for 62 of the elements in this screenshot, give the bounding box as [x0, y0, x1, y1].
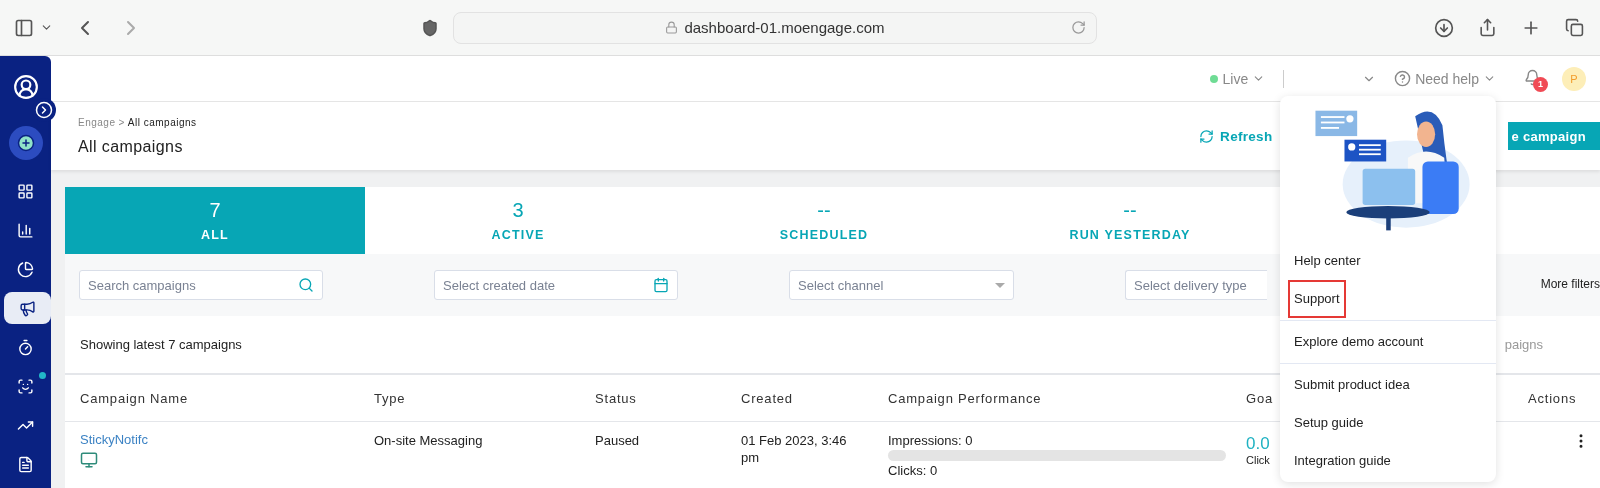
- refresh-icon: [1199, 128, 1215, 144]
- filter-field[interactable]: Search campaigns: [79, 270, 323, 300]
- document-icon: [17, 455, 34, 473]
- column-header: Status: [580, 375, 726, 422]
- table-cell-text: 01 Feb 2023, 3:46 pm: [741, 432, 848, 466]
- page-title: All campaigns: [78, 137, 184, 156]
- menu-item[interactable]: Help center: [1288, 242, 1367, 280]
- table-cell: Paused: [595, 432, 640, 449]
- menu-item[interactable]: Integration guide: [1288, 442, 1397, 480]
- tabs-icon[interactable]: [1565, 18, 1584, 37]
- menu-item[interactable]: Explore demo account: [1288, 323, 1430, 361]
- monitor-icon: [80, 451, 98, 469]
- plus-icon: [16, 134, 35, 152]
- address-bar[interactable]: dashboard-01.moengage.com: [453, 11, 1097, 44]
- megaphone-icon: [19, 299, 36, 317]
- sidebar-toggle-icon[interactable]: [14, 17, 34, 38]
- goal-label: Click: [1246, 454, 1270, 466]
- bar-chart-icon: [17, 221, 34, 239]
- help-menu-button[interactable]: Need help: [1394, 70, 1496, 87]
- stat-tab[interactable]: 7 ALL: [65, 187, 365, 254]
- stopwatch-icon: [17, 338, 34, 356]
- download-icon[interactable]: [1434, 17, 1454, 38]
- impressions-text: Impressions: 0: [888, 432, 973, 449]
- clicks-text: Clicks: 0: [888, 462, 938, 479]
- user-icon[interactable]: [12, 74, 39, 100]
- reload-icon[interactable]: [1071, 19, 1086, 35]
- dashboard-icon: [17, 182, 34, 200]
- column-header: Created: [726, 375, 873, 422]
- share-icon[interactable]: [1478, 18, 1497, 37]
- bell-icon[interactable]: [1524, 68, 1541, 86]
- caret-icon: [995, 282, 1005, 288]
- refresh-link[interactable]: Refresh: [1199, 128, 1273, 144]
- lock-icon: [665, 21, 679, 34]
- breadcrumb-separator: >: [118, 116, 125, 128]
- table-cell: On-site Messaging: [374, 432, 483, 449]
- column-header: Actions: [1513, 375, 1600, 422]
- filter-field[interactable]: Select channel: [789, 270, 1014, 300]
- create-button[interactable]: [8, 126, 43, 160]
- summary-text: Showing latest 7 campaigns: [80, 337, 242, 352]
- pie-chart-icon: [17, 260, 34, 278]
- notification-badge: 1: [1533, 76, 1548, 92]
- environment-selector[interactable]: Live: [1210, 70, 1266, 87]
- column-header: Campaign Name: [65, 375, 359, 422]
- shield-icon[interactable]: [421, 18, 439, 37]
- create-campaign-button[interactable]: e campaign: [1508, 122, 1600, 150]
- search-icon: [298, 277, 314, 293]
- more-filters-link[interactable]: More filters: [1540, 277, 1600, 291]
- summary-text: paigns: [1504, 337, 1543, 352]
- breadcrumb-current: All campaigns: [127, 116, 197, 128]
- chevron-right-icon: [35, 101, 53, 119]
- column-header: Campaign Performance: [873, 375, 1231, 422]
- sidebar-item[interactable]: [4, 292, 51, 324]
- calendar-icon: [653, 277, 669, 293]
- column-header: Type: [359, 375, 580, 422]
- menu-item[interactable]: Support: [1288, 280, 1346, 318]
- person-target-icon: [17, 377, 34, 395]
- filter-field[interactable]: Select created date: [434, 270, 678, 300]
- filter-field[interactable]: Select delivery type: [1125, 270, 1267, 300]
- goal-value: 0.0: [1246, 434, 1270, 454]
- help-icon: [1394, 70, 1412, 87]
- campaign-name-link[interactable]: StickyNotifc: [80, 432, 148, 447]
- breadcrumb-link[interactable]: Engage: [78, 116, 116, 128]
